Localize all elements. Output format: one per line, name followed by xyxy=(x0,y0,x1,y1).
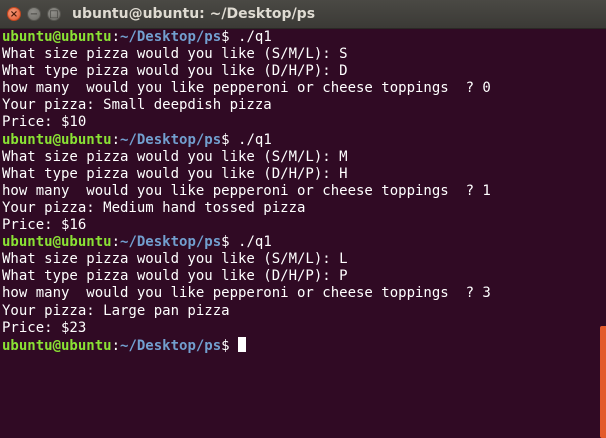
output-line: What type pizza would you like (D/H/P): … xyxy=(2,63,600,80)
prompt-line: ubuntu@ubuntu:~/Desktop/ps$ xyxy=(2,336,600,354)
prompt-path: ~/Desktop/ps xyxy=(120,29,222,45)
output-line: What size pizza would you like (S/M/L): … xyxy=(2,251,600,268)
terminal-output[interactable]: ubuntu@ubuntu:~/Desktop/ps$ ./q1 What siz… xyxy=(0,29,600,438)
output-line: Your pizza: Medium hand tossed pizza xyxy=(2,200,600,217)
terminal-window: × − □ ubuntu@ubuntu: ~/Desktop/ps ubuntu… xyxy=(0,0,606,438)
minimize-button[interactable]: − xyxy=(27,7,41,21)
scrollbar[interactable] xyxy=(600,29,606,438)
close-icon: × xyxy=(9,9,19,20)
output-text: What type pizza would you like (D/H/P): … xyxy=(2,63,348,80)
output-line: What size pizza would you like (S/M/L): … xyxy=(2,149,600,166)
output-line: What type pizza would you like (D/H/P): … xyxy=(2,268,600,285)
prompt-user-host: ubuntu@ubuntu xyxy=(2,234,112,251)
output-text: What type pizza would you like (D/H/P): … xyxy=(2,165,348,182)
prompt-line: ubuntu@ubuntu:~/Desktop/ps$ ./q1 xyxy=(2,234,600,251)
output-text: Your pizza: Large pan pizza xyxy=(2,302,230,319)
prompt-separator: : xyxy=(111,29,121,45)
maximize-icon: □ xyxy=(49,9,59,20)
prompt-path: ~/Desktop/ps xyxy=(120,337,222,354)
output-line: Price: $10 xyxy=(2,114,600,131)
output-text: What size pizza would you like (S/M/L): … xyxy=(2,46,348,63)
command-text: ./q1 xyxy=(238,234,272,251)
output-text: how many would you like pepperoni or che… xyxy=(2,80,491,97)
prompt-user-host: ubuntu@ubuntu xyxy=(2,337,112,354)
output-text: Price: $16 xyxy=(2,217,87,234)
close-button[interactable]: × xyxy=(7,7,21,21)
output-text: Your pizza: Medium hand tossed pizza xyxy=(2,199,306,216)
output-text: Price: $23 xyxy=(2,319,87,336)
prompt-separator: : xyxy=(111,337,121,354)
output-line: how many would you like pepperoni or che… xyxy=(2,80,600,97)
title-bar[interactable]: × − □ ubuntu@ubuntu: ~/Desktop/ps xyxy=(0,0,606,29)
prompt-separator: : xyxy=(111,131,121,148)
prompt-user-host: ubuntu@ubuntu xyxy=(2,29,112,45)
prompt-line: ubuntu@ubuntu:~/Desktop/ps$ ./q1 xyxy=(2,29,600,46)
output-text: What type pizza would you like (D/H/P): … xyxy=(2,268,348,285)
prompt-symbol: $ xyxy=(221,234,239,251)
output-line: What size pizza would you like (S/M/L): … xyxy=(2,46,600,63)
prompt-user-host: ubuntu@ubuntu xyxy=(2,131,112,148)
output-line: Price: $23 xyxy=(2,320,600,337)
command-text: ./q1 xyxy=(238,29,272,45)
prompt-line: ubuntu@ubuntu:~/Desktop/ps$ ./q1 xyxy=(2,132,600,149)
minimize-icon: − xyxy=(29,9,39,20)
output-line: Price: $16 xyxy=(2,217,600,234)
command-text: ./q1 xyxy=(238,131,272,148)
output-text: What size pizza would you like (S/M/L): … xyxy=(2,251,348,268)
output-text: how many would you like pepperoni or che… xyxy=(2,182,491,199)
output-text: how many would you like pepperoni or che… xyxy=(2,285,491,302)
scrollbar-thumb[interactable] xyxy=(600,326,606,438)
output-text: Your pizza: Small deepdish pizza xyxy=(2,97,272,114)
output-text: What size pizza would you like (S/M/L): … xyxy=(2,148,348,165)
prompt-symbol: $ xyxy=(221,131,239,148)
output-line: Your pizza: Small deepdish pizza xyxy=(2,97,600,114)
window-title: ubuntu@ubuntu: ~/Desktop/ps xyxy=(72,6,316,22)
output-text: Price: $10 xyxy=(2,114,87,131)
output-line: Your pizza: Large pan pizza xyxy=(2,303,600,320)
output-line: how many would you like pepperoni or che… xyxy=(2,183,600,200)
output-line: how many would you like pepperoni or che… xyxy=(2,285,600,302)
prompt-path: ~/Desktop/ps xyxy=(120,234,222,251)
prompt-separator: : xyxy=(111,234,121,251)
maximize-button[interactable]: □ xyxy=(47,7,61,21)
prompt-path: ~/Desktop/ps xyxy=(120,131,222,148)
prompt-symbol: $ xyxy=(221,29,239,45)
output-line: What type pizza would you like (D/H/P): … xyxy=(2,166,600,183)
prompt-symbol: $ xyxy=(221,337,239,354)
cursor xyxy=(238,336,247,352)
